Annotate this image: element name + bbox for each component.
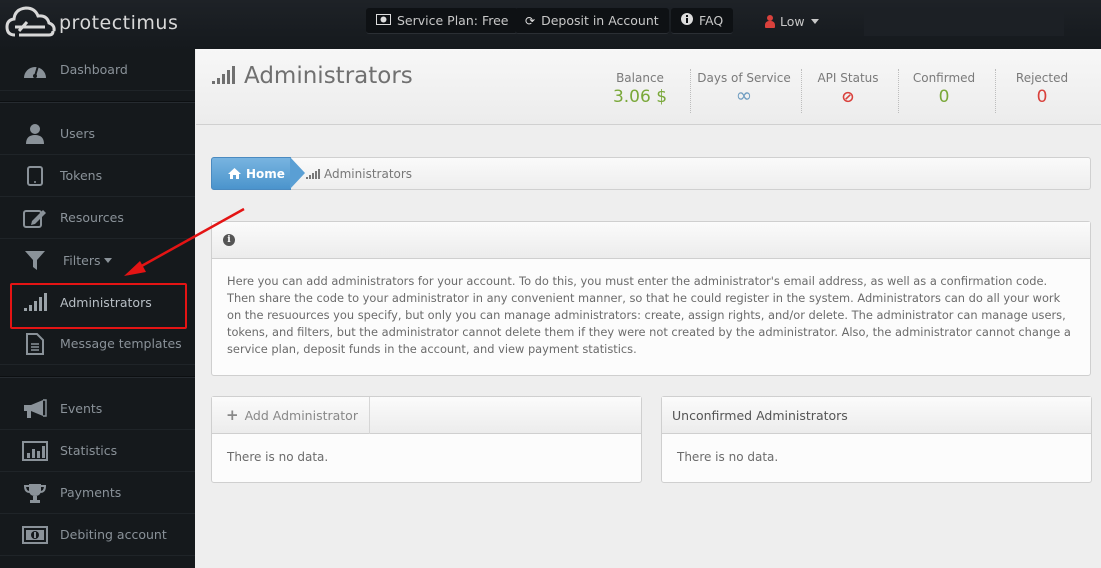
service-plan-button[interactable]: Service Plan: Free [366,8,519,34]
stat-divider [995,69,996,113]
service-plan-label: Service Plan: Free [397,13,509,28]
breadcrumb-home-label: Home [246,166,285,181]
dashboard-icon [22,58,48,82]
user-menu[interactable]: Low [765,8,819,34]
sidebar-item-dashboard[interactable]: Dashboard [0,49,195,91]
info-panel: i Here you can add administrators for yo… [211,221,1091,376]
sidebar-item-tokens[interactable]: Tokens [0,155,195,197]
sidebar-label: Resources [60,210,124,225]
unconfirmed-administrators-panel: Unconfirmed Administrators There is no d… [661,396,1092,483]
sidebar-item-payments[interactable]: Payments [0,472,195,514]
empty-message: There is no data. [227,450,329,464]
sidebar-item-users[interactable]: Users [0,113,195,155]
sidebar-label: Message templates [60,336,182,351]
top-bar: protectimus Service Plan: Free ⟳ Deposit… [0,0,1101,49]
sidebar-item-filters[interactable]: Filters [0,239,195,281]
money-icon [22,523,48,547]
stat-label: Balance [616,71,664,85]
unconfirmed-panel-header: Unconfirmed Administrators [662,397,1091,434]
sidebar-item-debiting-account[interactable]: Debiting account [0,514,195,556]
user-icon [765,14,775,28]
edit-icon [22,206,48,230]
refresh-icon: ⟳ [525,13,536,28]
stat-confirmed: Confirmed 0 [904,71,984,107]
sidebar-item-message-templates[interactable]: Message templates [0,323,195,365]
add-administrator-label: Add Administrator [244,407,358,423]
chevron-down-icon [104,257,112,263]
page-title-text: Administrators [244,63,413,89]
sidebar-item-resources[interactable]: Resources [0,197,195,239]
faq-label: FAQ [699,13,724,28]
sidebar-divider [0,376,195,378]
bar-chart-icon [22,439,48,463]
deposit-label: Deposit in Account [541,13,659,28]
administrators-panel-header: + Add Administrator [212,396,641,434]
faq-button[interactable]: FAQ [671,8,734,34]
stat-divider [898,69,899,113]
info-icon [681,13,693,28]
stat-value: 0 [938,87,950,107]
empty-message: There is no data. [677,450,779,464]
page-title: Administrators [212,63,413,89]
stat-value: 0 [1036,87,1048,107]
sidebar-divider [0,101,195,103]
user-name: Low [780,13,805,29]
user-icon [22,122,48,146]
money-icon [376,13,391,28]
sidebar-label: Tokens [60,168,103,183]
breadcrumb-current-label: Administrators [324,166,413,181]
info-icon: i [223,234,235,246]
signal-bars-icon [306,168,320,179]
cloud-logo-icon [5,6,56,37]
info-text: Here you can add administrators for your… [227,274,1071,356]
plus-icon: + [226,406,239,424]
sidebar-label: Statistics [60,443,118,458]
sidebar-label: Dashboard [60,62,128,77]
top-search-area[interactable] [864,9,1064,36]
breadcrumb: Home Administrators [211,157,1091,190]
stat-api-status: API Status ⊘ [808,71,888,106]
stat-days-of-service: Days of Service ∞ [696,71,792,107]
info-panel-header: i [212,222,1090,259]
add-administrator-button[interactable]: + Add Administrator [212,396,370,434]
stat-balance: Balance 3.06 $ [600,71,680,107]
page-header: Administrators Balance 3.06 $ Days of Se… [196,49,1101,125]
sidebar-label: Debiting account [60,527,167,542]
sidebar-label: Payments [60,485,122,500]
stat-label: API Status [817,71,879,85]
signal-bars-icon [212,66,235,84]
sidebar-item-statistics[interactable]: Statistics [0,430,195,472]
sidebar-item-events[interactable]: Events [0,388,195,430]
highlight-box [10,283,187,329]
home-icon [228,168,241,179]
stat-divider [690,69,691,113]
logo[interactable]: protectimus [5,3,178,43]
infinity-icon: ∞ [735,83,753,107]
unconfirmed-panel-title: Unconfirmed Administrators [672,407,848,423]
stat-label: Confirmed [912,71,976,85]
sidebar-label: Users [60,126,96,141]
stat-label: Rejected [1015,71,1069,85]
chevron-down-icon [810,18,819,24]
stat-value: 3.06 $ [612,87,668,107]
trophy-icon [22,481,48,505]
document-icon [22,332,48,356]
administrators-panel: + Add Administrator There is no data. [211,396,642,483]
sidebar-label: Filters [63,252,101,268]
stat-rejected: Rejected 0 [1002,71,1082,107]
tablet-icon [22,164,48,188]
deposit-button[interactable]: ⟳ Deposit in Account [515,8,669,34]
stat-divider [801,69,802,113]
brand-name: protectimus [59,12,179,34]
filter-icon [22,248,48,272]
breadcrumb-current: Administrators [306,158,412,189]
megaphone-icon [22,397,48,421]
sidebar-label: Events [60,401,103,416]
breadcrumb-home[interactable]: Home [211,157,305,190]
ban-icon: ⊘ [841,87,855,106]
